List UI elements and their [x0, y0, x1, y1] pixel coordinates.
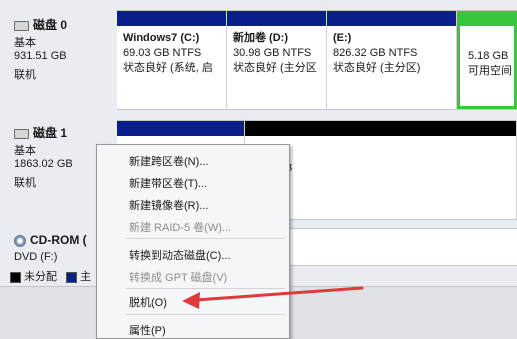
annotation-arrow-icon: [182, 286, 364, 309]
